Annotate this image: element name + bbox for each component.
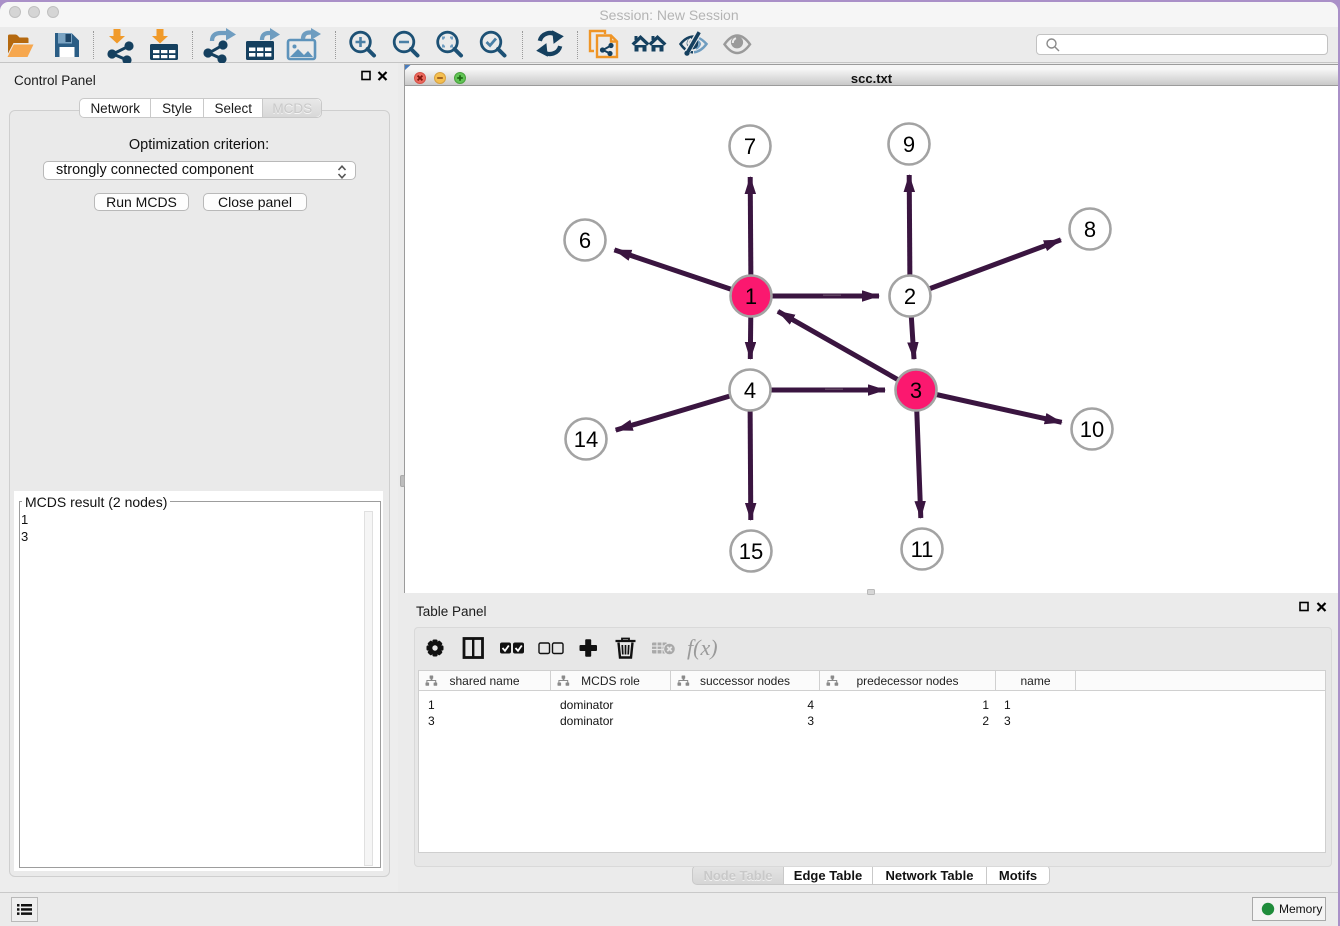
svg-text:11: 11 [911, 537, 934, 562]
svg-text:15: 15 [739, 539, 763, 564]
svg-text:3: 3 [910, 378, 922, 403]
svg-text:1: 1 [745, 284, 757, 309]
svg-text:10: 10 [1080, 417, 1104, 442]
svg-text:4: 4 [744, 378, 756, 403]
svg-text:9: 9 [903, 132, 915, 157]
svg-text:2: 2 [904, 284, 916, 309]
svg-text:f(x): f(x) [687, 635, 718, 660]
svg-text:6: 6 [579, 228, 591, 253]
svg-text:7: 7 [744, 134, 756, 159]
svg-text:8: 8 [1084, 217, 1096, 242]
svg-text:14: 14 [574, 427, 598, 452]
